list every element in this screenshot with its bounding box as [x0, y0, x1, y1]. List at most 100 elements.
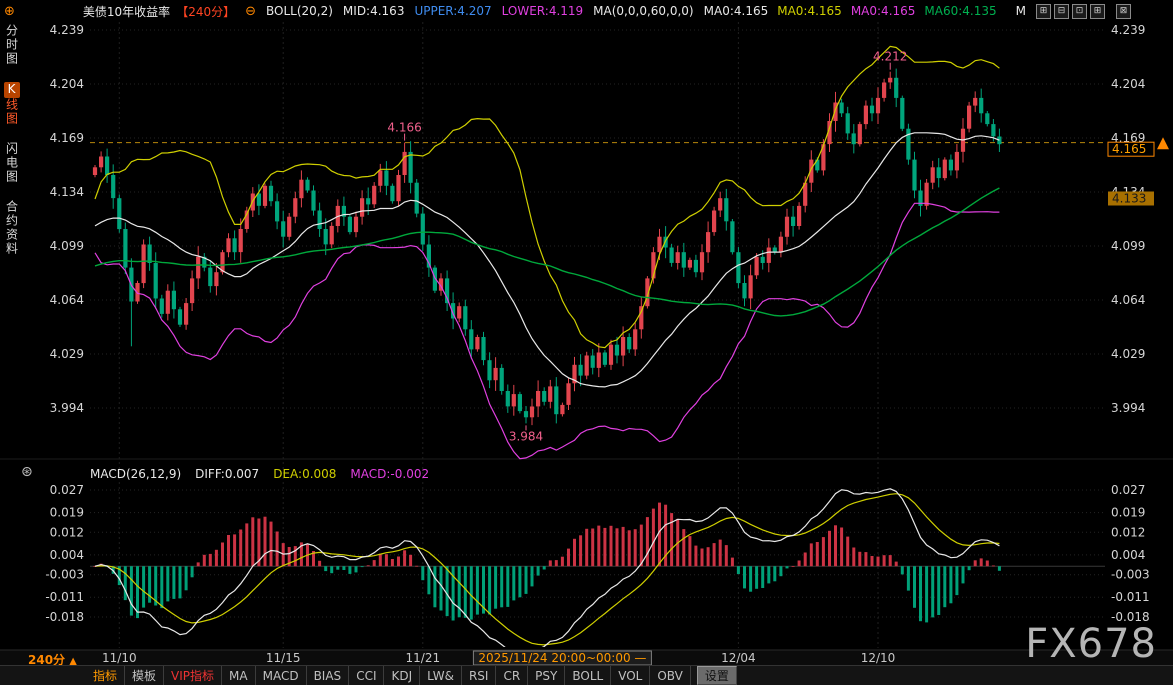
ma-value: MA60:4.135 [924, 4, 996, 18]
ma-value: MA0:4.165 [851, 4, 916, 18]
svg-text:0.012: 0.012 [1111, 525, 1145, 539]
period-tag[interactable]: 【240分】 [176, 3, 235, 20]
ma-value: MA0:4.165 [777, 4, 842, 18]
x-axis-date: 12/10 [861, 651, 896, 665]
svg-text:4.169: 4.169 [50, 131, 84, 145]
footer-tab-设置[interactable]: 设置 [697, 666, 737, 685]
ma60-line [95, 188, 999, 316]
boll-upper-line [95, 46, 999, 347]
boll-lower-line [95, 203, 999, 458]
boll-mid-value: MID:4.163 [343, 4, 405, 18]
boll-upper-value: UPPER:4.207 [414, 4, 491, 18]
dea-line [95, 494, 999, 645]
footer-tab-VIP指标[interactable]: VIP指标 [164, 666, 222, 685]
svg-text:3.994: 3.994 [1111, 401, 1145, 415]
x-axis-date: 11/21 [406, 651, 441, 665]
svg-text:-0.011: -0.011 [45, 590, 84, 604]
chart-window-icon[interactable]: ⊡ [1072, 4, 1087, 19]
svg-text:0.019: 0.019 [1111, 506, 1145, 520]
footer-tab-RSI[interactable]: RSI [462, 666, 497, 685]
footer-tab-CCI[interactable]: CCI [349, 666, 384, 685]
x-axis-date: 12/04 [721, 651, 756, 665]
ma-config-label: MA(0,0,0,60,0,0) [593, 4, 693, 18]
add-window-icon[interactable]: ⊞ [1036, 4, 1051, 19]
footer-tab-CR[interactable]: CR [496, 666, 528, 685]
footer-tab-KDJ[interactable]: KDJ [384, 666, 420, 685]
top-toolbar: ⊕ 美债10年收益率 【240分】 ⊖ BOLL(20,2) MID:4.163… [0, 0, 1173, 22]
svg-text:4.165: 4.165 [1112, 142, 1146, 156]
layout-window-icon[interactable]: ⊞ [1090, 4, 1105, 19]
candles [93, 69, 1002, 426]
svg-text:0.012: 0.012 [50, 525, 84, 539]
left-sidebar: 分时图 K线图闪电图合约资料 [0, 24, 24, 625]
footer-tab-BOLL[interactable]: BOLL [565, 666, 611, 685]
macd-legend: MACD(26,12,9) DIFF:0.007 DEA:0.008 MACD:… [90, 467, 429, 481]
sidebar-item-K线图[interactable]: K线图 [4, 82, 21, 126]
x-axis-date: 11/15 [266, 651, 301, 665]
footer-tab-LW&[interactable]: LW& [420, 666, 462, 685]
svg-text:0.004: 0.004 [1111, 548, 1145, 562]
split-window-icon[interactable]: ⊟ [1054, 4, 1069, 19]
macd-diff-value: DIFF:0.007 [195, 467, 259, 481]
svg-text:4.064: 4.064 [50, 293, 84, 307]
footer-tab-OBV[interactable]: OBV [650, 666, 691, 685]
svg-text:4.133: 4.133 [1112, 192, 1146, 206]
instrument-title: 美债10年收益率 [83, 3, 170, 20]
close-window-icon[interactable]: ⊠ [1116, 4, 1131, 19]
svg-text:0.019: 0.019 [50, 506, 84, 520]
price-annotation: 3.984 [509, 429, 543, 443]
chart-app: ⊕ 美债10年收益率 【240分】 ⊖ BOLL(20,2) MID:4.163… [0, 0, 1173, 685]
indicator-tab-bar: 指标模板VIP指标MAMACDBIASCCIKDJLW&RSICRPSYBOLL… [0, 665, 1173, 685]
svg-text:0.004: 0.004 [50, 548, 84, 562]
footer-tab-MA[interactable]: MA [222, 666, 256, 685]
diff-line [95, 489, 999, 655]
svg-text:4.204: 4.204 [1111, 77, 1145, 91]
footer-tab-PSY[interactable]: PSY [528, 666, 565, 685]
sidebar-item-分时图[interactable]: 分时图 [4, 24, 21, 66]
svg-text:4.099: 4.099 [50, 239, 84, 253]
svg-text:3.994: 3.994 [50, 401, 84, 415]
svg-text:-0.003: -0.003 [1111, 568, 1150, 582]
macd-settings-icon[interactable]: ⊛ [21, 464, 33, 480]
collapse-icon[interactable]: ⊖ [245, 4, 256, 19]
boll-params-label: BOLL(20,2) [266, 4, 333, 18]
svg-text:4.204: 4.204 [50, 77, 84, 91]
window-controls: ⊞⊟⊡⊞⊠ [1036, 4, 1131, 19]
footer-tab-模板[interactable]: 模板 [125, 666, 164, 685]
svg-text:4.064: 4.064 [1111, 293, 1145, 307]
macd-dea-value: DEA:0.008 [273, 467, 336, 481]
svg-text:4.029: 4.029 [1111, 347, 1145, 361]
svg-text:-0.011: -0.011 [1111, 590, 1150, 604]
macd-macd-value: MACD:-0.002 [350, 467, 429, 481]
svg-text:4.239: 4.239 [50, 23, 84, 37]
boll-mid-line [95, 133, 999, 387]
active-marker: K [4, 82, 20, 98]
app-logo-icon[interactable]: ⊕ [4, 4, 15, 19]
boll-lower-value: LOWER:4.119 [502, 4, 584, 18]
svg-text:4.029: 4.029 [50, 347, 84, 361]
svg-text:-0.018: -0.018 [45, 610, 84, 624]
m-label: M [1016, 4, 1026, 18]
price-up-arrow-icon [1157, 137, 1169, 149]
current-range-label: 2025/11/24 20:00~00:00 — [478, 651, 646, 665]
svg-text:4.134: 4.134 [50, 185, 84, 199]
sidebar-item-闪电图[interactable]: 闪电图 [4, 142, 21, 184]
macd-params-label: MACD(26,12,9) [90, 467, 181, 481]
x-axis-date: 11/10 [102, 651, 137, 665]
footer-tab-MACD[interactable]: MACD [256, 666, 307, 685]
price-annotation: 4.166 [387, 121, 421, 135]
svg-text:0.027: 0.027 [1111, 483, 1145, 497]
candlestick-chart[interactable]: 4.2394.2394.2044.2044.1694.1694.1344.134… [0, 0, 1173, 685]
macd-histogram [94, 503, 1001, 623]
ma-value: MA0:4.165 [704, 4, 769, 18]
ma-values: MA0:4.165 MA0:4.165 MA0:4.165 MA60:4.135 [704, 4, 1006, 18]
watermark: FX678 [1025, 621, 1157, 667]
sidebar-item-合约资料[interactable]: 合约资料 [4, 200, 21, 256]
footer-tab-BIAS[interactable]: BIAS [307, 666, 350, 685]
footer-tab-指标[interactable]: 指标 [86, 666, 125, 685]
footer-tab-VOL[interactable]: VOL [611, 666, 650, 685]
svg-text:-0.003: -0.003 [45, 568, 84, 582]
sidebar-item-label: 线图 [5, 98, 19, 126]
svg-text:4.099: 4.099 [1111, 239, 1145, 253]
svg-text:4.239: 4.239 [1111, 23, 1145, 37]
